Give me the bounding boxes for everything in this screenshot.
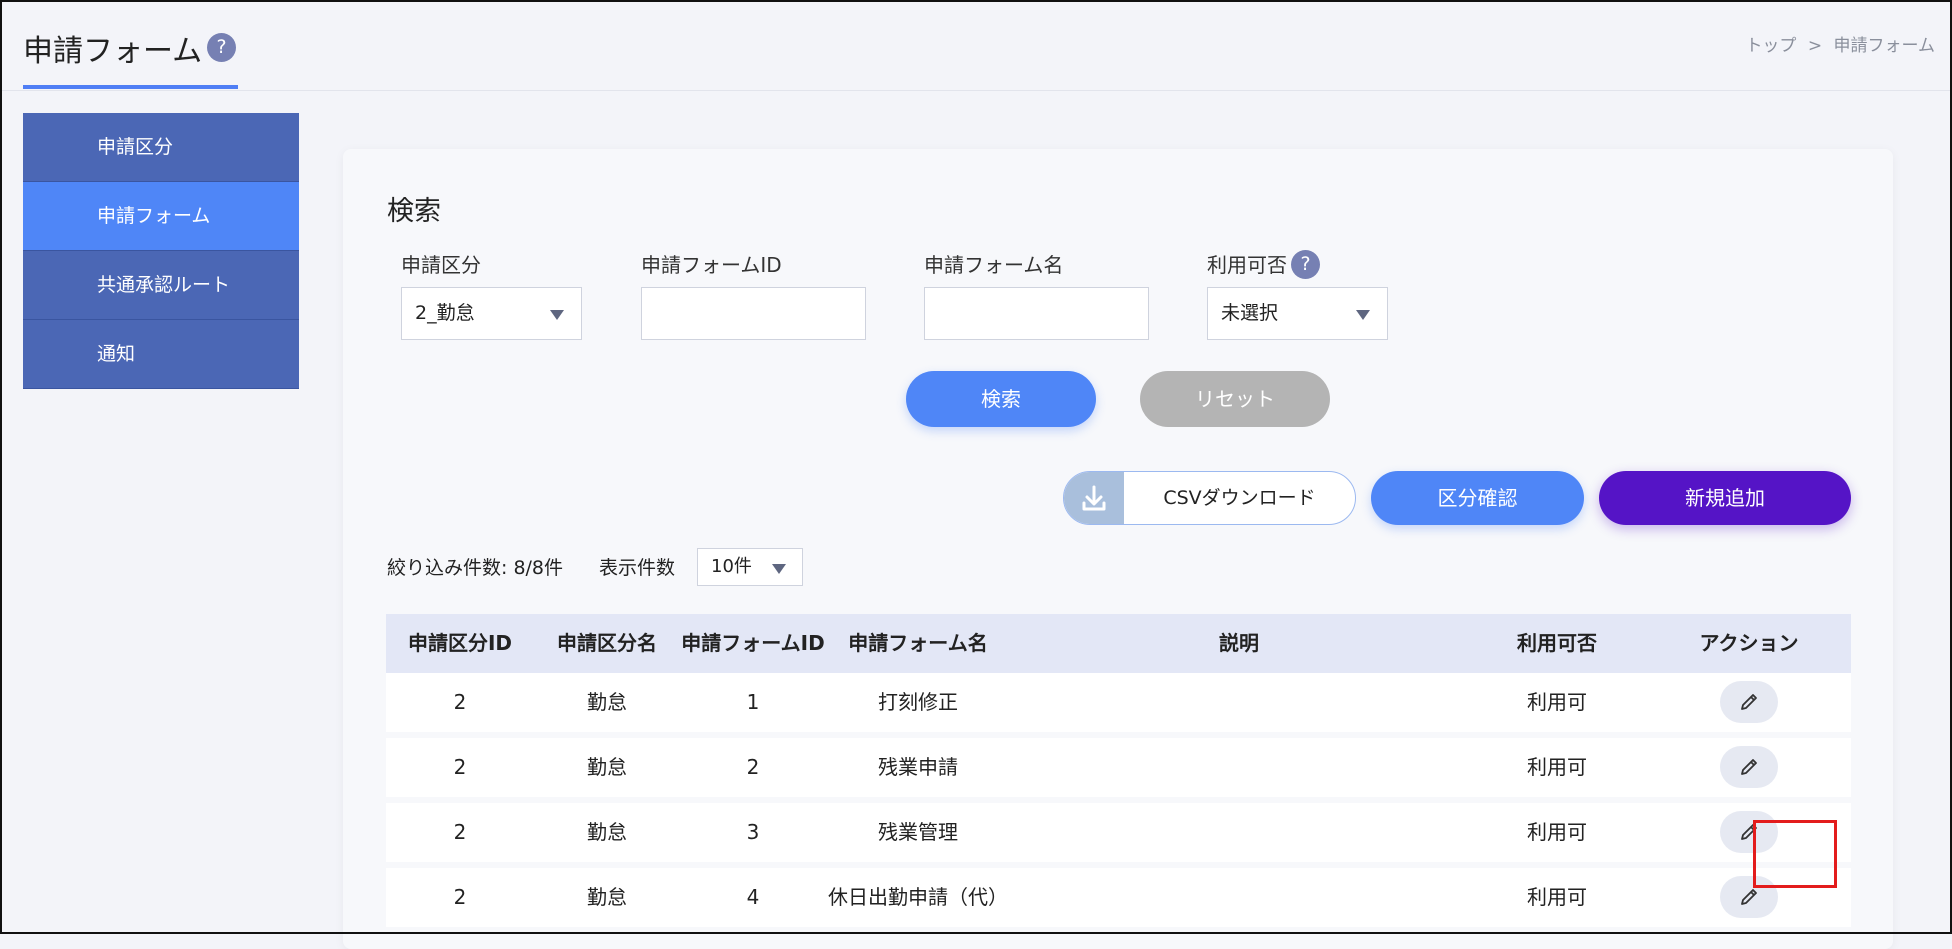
- table-row: 2 勤怠 1 打刻修正 利用可: [386, 673, 1851, 732]
- highlight-box: [1753, 820, 1837, 888]
- availability-label-text: 利用可否: [1207, 253, 1287, 277]
- column-header: 利用可否: [1517, 631, 1597, 655]
- sidebar-item-label: 共通承認ルート: [97, 274, 231, 296]
- table-row: 2 勤怠 4 休日出勤申請（代） 利用可: [386, 868, 1851, 927]
- cell-category-id: 2: [453, 820, 467, 844]
- page-header: 申請フォーム ? トップ > 申請フォーム: [0, 0, 1952, 91]
- page-title: 申請フォーム ?: [23, 26, 236, 70]
- filter-count: 絞り込み件数: 8/8件: [387, 557, 564, 579]
- cell-availability: 利用可: [1527, 820, 1587, 844]
- category-select-value: 2_勤怠: [415, 302, 475, 324]
- cell-category-id: 2: [453, 885, 467, 909]
- reset-button[interactable]: リセット: [1140, 371, 1330, 427]
- column-header: アクション: [1699, 631, 1799, 655]
- caret-down-icon: [772, 564, 786, 574]
- table-row: 2 勤怠 3 残業管理 利用可: [386, 803, 1851, 862]
- availability-select[interactable]: 未選択: [1207, 287, 1388, 340]
- download-icon: [1064, 472, 1124, 524]
- form-id-input[interactable]: [641, 287, 866, 340]
- cell-form-id: 2: [746, 755, 760, 779]
- cell-category-name: 勤怠: [587, 690, 627, 714]
- per-page-select[interactable]: 10件: [697, 548, 803, 586]
- cell-form-id: 4: [746, 885, 760, 909]
- cell-category-name: 勤怠: [587, 885, 627, 909]
- caret-down-icon: [550, 310, 564, 320]
- pencil-icon: [1741, 759, 1757, 775]
- add-new-button[interactable]: 新規追加: [1599, 471, 1851, 525]
- title-underline: [23, 85, 238, 89]
- sidebar-item-approval-route[interactable]: 共通承認ルート: [23, 251, 299, 320]
- breadcrumb-separator: >: [1807, 36, 1823, 56]
- sidebar-item-label: 申請フォーム: [97, 205, 211, 227]
- cell-category-id: 2: [453, 755, 467, 779]
- sidebar-item-notification[interactable]: 通知: [23, 320, 299, 389]
- cell-form-id: 3: [746, 820, 760, 844]
- category-confirm-button[interactable]: 区分確認: [1371, 471, 1584, 525]
- page-title-text: 申請フォーム: [23, 34, 203, 69]
- cell-form-name: 休日出勤申請（代）: [828, 885, 1008, 909]
- category-label: 申請区分: [401, 253, 481, 277]
- edit-button[interactable]: [1720, 746, 1778, 788]
- cell-form-name: 打刻修正: [878, 690, 958, 714]
- cell-form-name: 残業申請: [878, 755, 958, 779]
- column-header: 申請区分名: [557, 631, 657, 655]
- csv-download-label: CSVダウンロード: [1163, 487, 1316, 509]
- search-button[interactable]: 検索: [906, 371, 1096, 427]
- form-name-label: 申請フォーム名: [924, 253, 1064, 277]
- column-header: 申請フォームID: [681, 631, 825, 655]
- caret-down-icon: [1356, 310, 1370, 320]
- column-header: 申請区分ID: [407, 631, 513, 655]
- sidebar-item-form[interactable]: 申請フォーム: [23, 182, 299, 251]
- csv-download-button[interactable]: CSVダウンロード: [1063, 471, 1356, 525]
- table-row: 2 勤怠 2 残業申請 利用可: [386, 738, 1851, 797]
- cell-category-name: 勤怠: [587, 755, 627, 779]
- pencil-icon: [1741, 694, 1757, 710]
- edit-button[interactable]: [1720, 681, 1778, 723]
- breadcrumb-current: 申請フォーム: [1833, 36, 1936, 56]
- per-page-label: 表示件数: [599, 557, 676, 579]
- cell-category-name: 勤怠: [587, 820, 627, 844]
- form-table: 申請区分ID 申請区分名 申請フォームID 申請フォーム名 説明 利用可否 アク…: [386, 614, 1851, 927]
- form-name-input[interactable]: [924, 287, 1149, 340]
- help-icon[interactable]: ?: [1291, 250, 1320, 279]
- sidebar-item-label: 申請区分: [97, 136, 174, 158]
- cell-form-name: 残業管理: [878, 820, 958, 844]
- help-icon[interactable]: ?: [207, 33, 236, 62]
- cell-form-id: 1: [746, 690, 760, 714]
- cell-availability: 利用可: [1527, 885, 1587, 909]
- availability-select-value: 未選択: [1221, 302, 1279, 324]
- availability-label: 利用可否?: [1207, 249, 1320, 279]
- column-header: 申請フォーム名: [848, 631, 988, 655]
- sidebar-nav: 申請区分 申請フォーム 共通承認ルート 通知: [23, 113, 299, 389]
- sidebar-item-category[interactable]: 申請区分: [23, 113, 299, 182]
- cell-category-id: 2: [453, 690, 467, 714]
- category-select[interactable]: 2_勤怠: [401, 287, 582, 340]
- form-id-label: 申請フォームID: [641, 253, 782, 277]
- main-card: 検索 申請区分 2_勤怠 申請フォームID 申請フォーム名 利用可否? 未選択 …: [343, 149, 1893, 949]
- sidebar-item-label: 通知: [97, 343, 136, 365]
- breadcrumb: トップ > 申請フォーム: [1742, 31, 1938, 56]
- cell-availability: 利用可: [1527, 755, 1587, 779]
- column-header: 説明: [1219, 631, 1259, 655]
- per-page-value: 10件: [711, 556, 752, 577]
- cell-availability: 利用可: [1527, 690, 1587, 714]
- pencil-icon: [1741, 889, 1757, 905]
- breadcrumb-home[interactable]: トップ: [1745, 36, 1796, 56]
- search-section-title: 検索: [387, 196, 441, 227]
- table-header: 申請区分ID 申請区分名 申請フォームID 申請フォーム名 説明 利用可否 アク…: [386, 614, 1851, 673]
